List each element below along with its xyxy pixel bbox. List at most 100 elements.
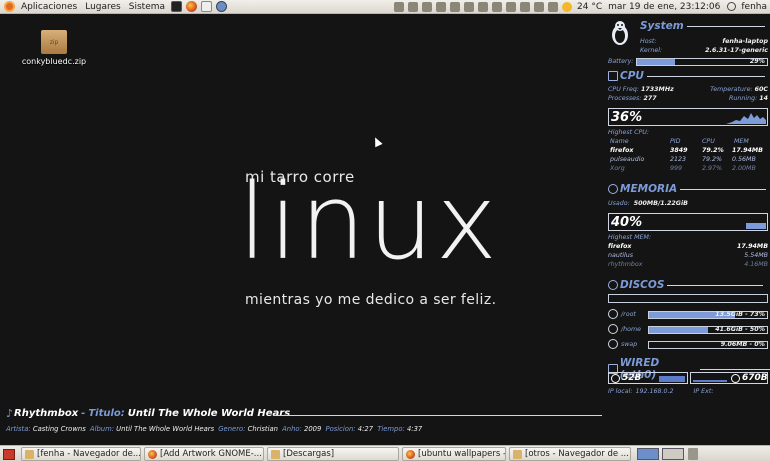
screenshot-tray-icon[interactable] (422, 1, 433, 12)
rb-position-value: 4:27 (357, 425, 374, 433)
processes-row: Processes: 277 Running: 14 (608, 95, 768, 103)
desktop-file-conkybluedc[interactable]: zip conkybluedc.zip (14, 30, 94, 66)
proc-cpu: 79.2% (702, 156, 723, 163)
host-value: fenha-laptop (722, 38, 768, 45)
cpu-usage-box: 36% (608, 108, 768, 126)
cpu-freq-label: CPU Freq: (608, 86, 640, 93)
discos-heading: DISCOS (608, 279, 764, 291)
taskbar-item-add-artwork[interactable]: [Add Artwork GNOME-... (144, 447, 264, 461)
music-note-icon: ♪ (6, 407, 14, 420)
proc-cpu: 2.97% (702, 165, 723, 172)
cpu-usage-value: 36% (611, 110, 643, 125)
top-panel: Aplicaciones Lugares Sistema 24 °C mar 1… (0, 0, 770, 14)
mem-used-label: Usado: (608, 200, 630, 207)
taskbar-item-ubuntu-wallpapers[interactable]: [ubuntu wallpapers - N... (402, 447, 506, 461)
rhythmbox-app-name: Rhythmbox (14, 408, 79, 419)
memoria-title: MEMORIA (620, 183, 678, 195)
table-row: firefox 17.94MB (608, 243, 768, 251)
weather-temperature[interactable]: 24 °C (574, 0, 605, 14)
mem-proc-value: 17.94MB (737, 243, 768, 250)
ubuntu-logo-icon[interactable] (4, 1, 15, 12)
bluetooth-icon[interactable] (506, 1, 517, 12)
battery-bar: 29% (636, 58, 768, 66)
wired-rule (700, 368, 770, 370)
memoria-rule (680, 188, 767, 190)
proc-mem: 17.94MB (732, 147, 763, 154)
search-tray-icon[interactable] (408, 1, 419, 12)
rb-artist-value: Casting Crowns (32, 425, 86, 433)
show-desktop-button[interactable] (3, 448, 15, 460)
disk-swap-bar: 9.06MB - 0% (648, 341, 768, 349)
running-label: Running: (729, 95, 758, 102)
menu-sistema[interactable]: Sistema (125, 0, 169, 14)
phone-tray-icon[interactable] (450, 1, 461, 12)
system-heading: System (640, 20, 765, 32)
taskbar-item-label: [ubuntu wallpapers - N... (418, 449, 506, 459)
zip-badge: zip (49, 39, 59, 46)
terminal-launcher-icon[interactable] (171, 1, 183, 12)
kernel-row: Kernel: 2.6.31-17-generic (608, 47, 768, 55)
memory-icon (608, 184, 618, 194)
proc-name: firefox (610, 147, 634, 154)
disc-icon (608, 280, 618, 290)
processes-value: 277 (643, 95, 657, 102)
ip-local-value: 192.168.0.2 (635, 388, 674, 395)
help-launcher-icon[interactable] (216, 1, 228, 12)
folder-icon (271, 449, 280, 459)
no-wifi-icon[interactable] (534, 1, 545, 12)
memoria-heading: MEMORIA (608, 183, 767, 195)
menu-aplicaciones[interactable]: Aplicaciones (17, 0, 81, 14)
mail-icon[interactable] (548, 1, 559, 12)
taskbar-item-fenha[interactable]: [fenha - Navegador de... (21, 447, 141, 461)
ip-ext-label: IP Ext: (693, 388, 714, 395)
volume-icon[interactable] (492, 1, 503, 12)
cpu-usage-graph (726, 113, 766, 124)
taskbar-item-otros[interactable]: [otros - Navegador de ... (509, 447, 631, 461)
battery-tray-icon[interactable] (478, 1, 489, 12)
mem-proc-value: 5.54MB (744, 252, 768, 259)
rb-year-value: 2009 (304, 425, 322, 433)
disk-swap-icon (608, 339, 618, 349)
battery-value: 29% (749, 58, 765, 65)
desktop-file-label: conkybluedc.zip (21, 57, 87, 66)
cpu-title: CPU (620, 70, 644, 82)
col-mem: MEM (734, 138, 749, 145)
firefox-launcher-icon[interactable] (186, 1, 198, 12)
upload-speed: 670B (742, 373, 768, 383)
upload-graph (693, 380, 727, 382)
user-name[interactable]: fenha (738, 0, 770, 14)
rb-artist-label: Artista: (6, 425, 31, 433)
folder-tray-icon[interactable] (394, 1, 405, 12)
clock[interactable]: mar 19 de ene, 23:12:06 (605, 0, 723, 14)
workspace-2[interactable] (662, 448, 684, 460)
rb-position-label: Posicion: (325, 425, 356, 433)
ip-local-label: IP local: (608, 388, 633, 395)
usb-tray-icon[interactable] (464, 1, 475, 12)
firefox-icon (148, 449, 157, 459)
cpu-freq-value: 1733MHz (641, 86, 674, 93)
window-tray-icon[interactable] (436, 1, 447, 12)
highest-cpu-row: Highest CPU: (608, 129, 768, 137)
kernel-label: Kernel: (640, 47, 663, 54)
system-title: System (640, 20, 684, 32)
table-row: nautilus 5.54MB (608, 252, 768, 260)
disk-root-value: 13.5GiB - 73% (715, 311, 765, 318)
trash-icon[interactable] (688, 448, 698, 460)
cpu-heading: CPU (608, 70, 765, 82)
power-icon[interactable] (727, 2, 737, 11)
rhythmbox-details: Artista: Casting Crowns Album: Until The… (6, 425, 424, 433)
weather-sun-icon[interactable] (562, 1, 573, 12)
text-editor-launcher-icon[interactable] (201, 1, 213, 12)
wallpaper-tagline-bottom: mientras yo me dedico a ser feliz. (245, 292, 497, 308)
workspace-1[interactable] (637, 448, 659, 460)
table-row: pulseaudio 2123 79.2% 0.56MB (610, 156, 762, 164)
taskbar-item-descargas[interactable]: [Descargas] (267, 447, 399, 461)
menu-lugares[interactable]: Lugares (81, 0, 125, 14)
disk-home-bar: 41.6GiB - 50% (648, 326, 768, 334)
proc-pid: 999 (670, 165, 683, 172)
network-icon[interactable] (520, 1, 531, 12)
cpu-table-header: Name PID CPU MEM (610, 138, 762, 146)
taskbar-item-label: [otros - Navegador de ... (525, 449, 629, 459)
table-row: rhythmbox 4.16MB (608, 261, 768, 269)
mem-usage-graph (746, 223, 766, 229)
